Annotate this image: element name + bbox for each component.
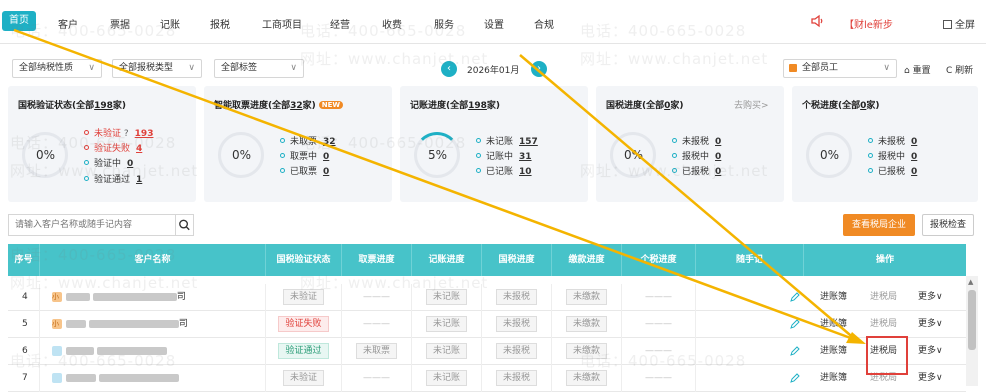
highlight-box: [866, 336, 908, 375]
annotation-arrow: [13, 28, 866, 344]
